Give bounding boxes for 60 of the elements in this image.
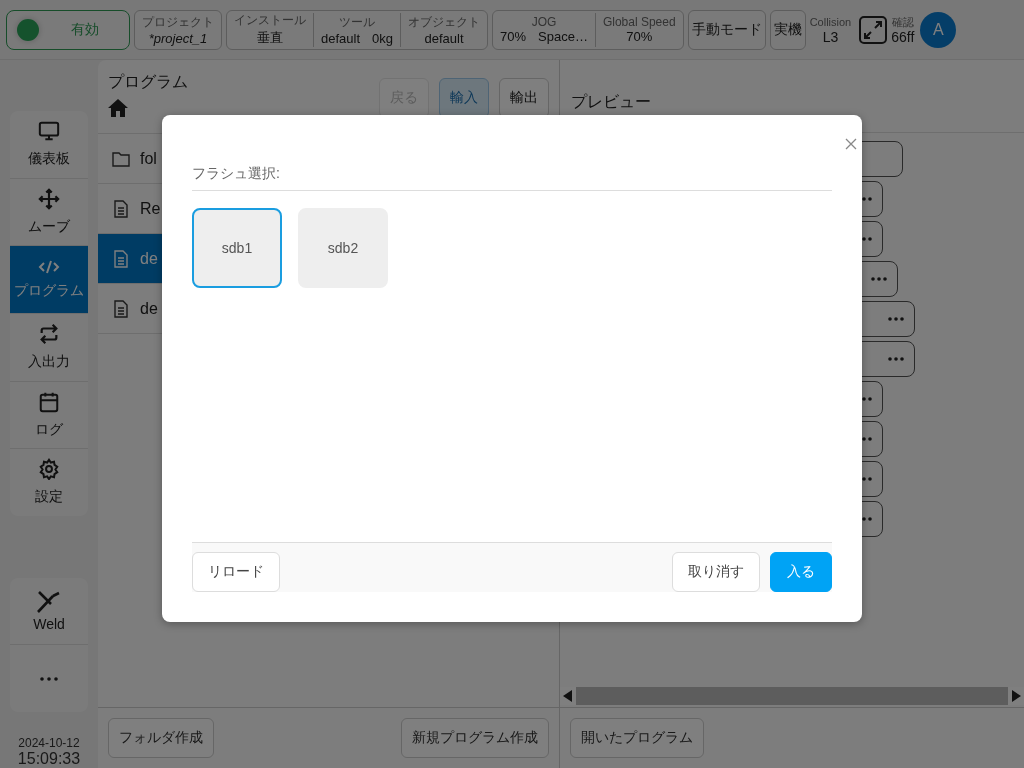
cancel-button[interactable]: 取り消す bbox=[672, 552, 760, 592]
expand-icon[interactable] bbox=[859, 15, 888, 44]
code-icon bbox=[38, 259, 60, 274]
monitor-icon bbox=[38, 120, 60, 143]
dialog-title: フラシュ選択: bbox=[192, 165, 280, 181]
nav-item[interactable]: プログラム bbox=[10, 245, 88, 313]
nav-item[interactable]: ログ bbox=[10, 380, 88, 449]
more-icon bbox=[40, 676, 58, 681]
mode-button[interactable]: 実機 bbox=[769, 9, 806, 50]
field-label: オブジェクト bbox=[408, 13, 480, 31]
toolbar-button[interactable]: 輸入 bbox=[439, 78, 489, 118]
close-icon[interactable] bbox=[845, 138, 857, 150]
confirm-value: 66ff bbox=[891, 29, 915, 45]
home-icon[interactable] bbox=[108, 99, 128, 117]
field-value: *project_1 bbox=[148, 30, 208, 46]
reload-button[interactable]: リロード bbox=[192, 552, 280, 592]
nav-item[interactable]: 設定 bbox=[10, 448, 88, 516]
field-value: default bbox=[321, 30, 361, 46]
calendar-icon bbox=[38, 390, 60, 413]
field-value: Space… bbox=[538, 29, 588, 44]
field-label: インストール bbox=[234, 12, 306, 29]
status-indicator[interactable]: 有効 bbox=[6, 9, 130, 50]
status-group[interactable]: JOG 70% Space… Global Speed 70% bbox=[492, 9, 684, 50]
settings-icon bbox=[38, 458, 60, 481]
swap-arrows-icon bbox=[38, 323, 60, 346]
action-button[interactable]: フォルダ作成 bbox=[108, 718, 214, 758]
field-label: JOG bbox=[531, 15, 557, 29]
time-text: 15:09:33 bbox=[17, 750, 81, 768]
drive-option[interactable]: sdb1 bbox=[192, 208, 282, 288]
collision-value: L3 bbox=[822, 29, 839, 45]
drive-option[interactable]: sdb2 bbox=[298, 208, 388, 288]
action-button[interactable]: 開いたプログラム bbox=[570, 718, 704, 758]
confirm-label: 確認 bbox=[891, 14, 914, 30]
field-value: default bbox=[424, 30, 464, 46]
field-value: 70% bbox=[626, 29, 653, 44]
panel-title: プログラム bbox=[108, 72, 188, 92]
field-label: Global Speed bbox=[602, 15, 676, 29]
panel-title: プレビュー bbox=[571, 91, 651, 112]
document-icon bbox=[112, 299, 130, 318]
document-icon bbox=[112, 199, 130, 218]
scroll-left-icon[interactable] bbox=[563, 690, 573, 702]
field-value: 70% bbox=[500, 29, 527, 44]
mode-button[interactable]: 手動モード bbox=[687, 9, 766, 50]
confirm-button[interactable]: 入る bbox=[770, 552, 832, 592]
scroll-right-icon[interactable] bbox=[1011, 690, 1021, 702]
collision-label: Collision bbox=[809, 14, 852, 30]
date-text: 2024-10-12 bbox=[18, 736, 80, 750]
folder-icon bbox=[112, 150, 130, 167]
nav-item[interactable]: 儀表板 bbox=[10, 111, 88, 178]
field-value: 0kg bbox=[372, 30, 393, 46]
move-arrows-icon bbox=[38, 187, 60, 210]
status-group[interactable]: インストール 垂直 ツール default 0kg オブジェクト default bbox=[226, 9, 488, 50]
nav-item[interactable]: 入出力 bbox=[10, 312, 88, 381]
document-icon bbox=[112, 249, 130, 268]
field-value: 垂直 bbox=[257, 29, 283, 47]
action-button[interactable]: 新規プログラム作成 bbox=[401, 718, 549, 758]
field-label: ツール bbox=[339, 13, 375, 31]
user-avatar[interactable]: A bbox=[920, 11, 957, 48]
scrollbar-thumb[interactable] bbox=[576, 687, 1008, 705]
toolbar-button[interactable]: 輸出 bbox=[499, 78, 549, 118]
